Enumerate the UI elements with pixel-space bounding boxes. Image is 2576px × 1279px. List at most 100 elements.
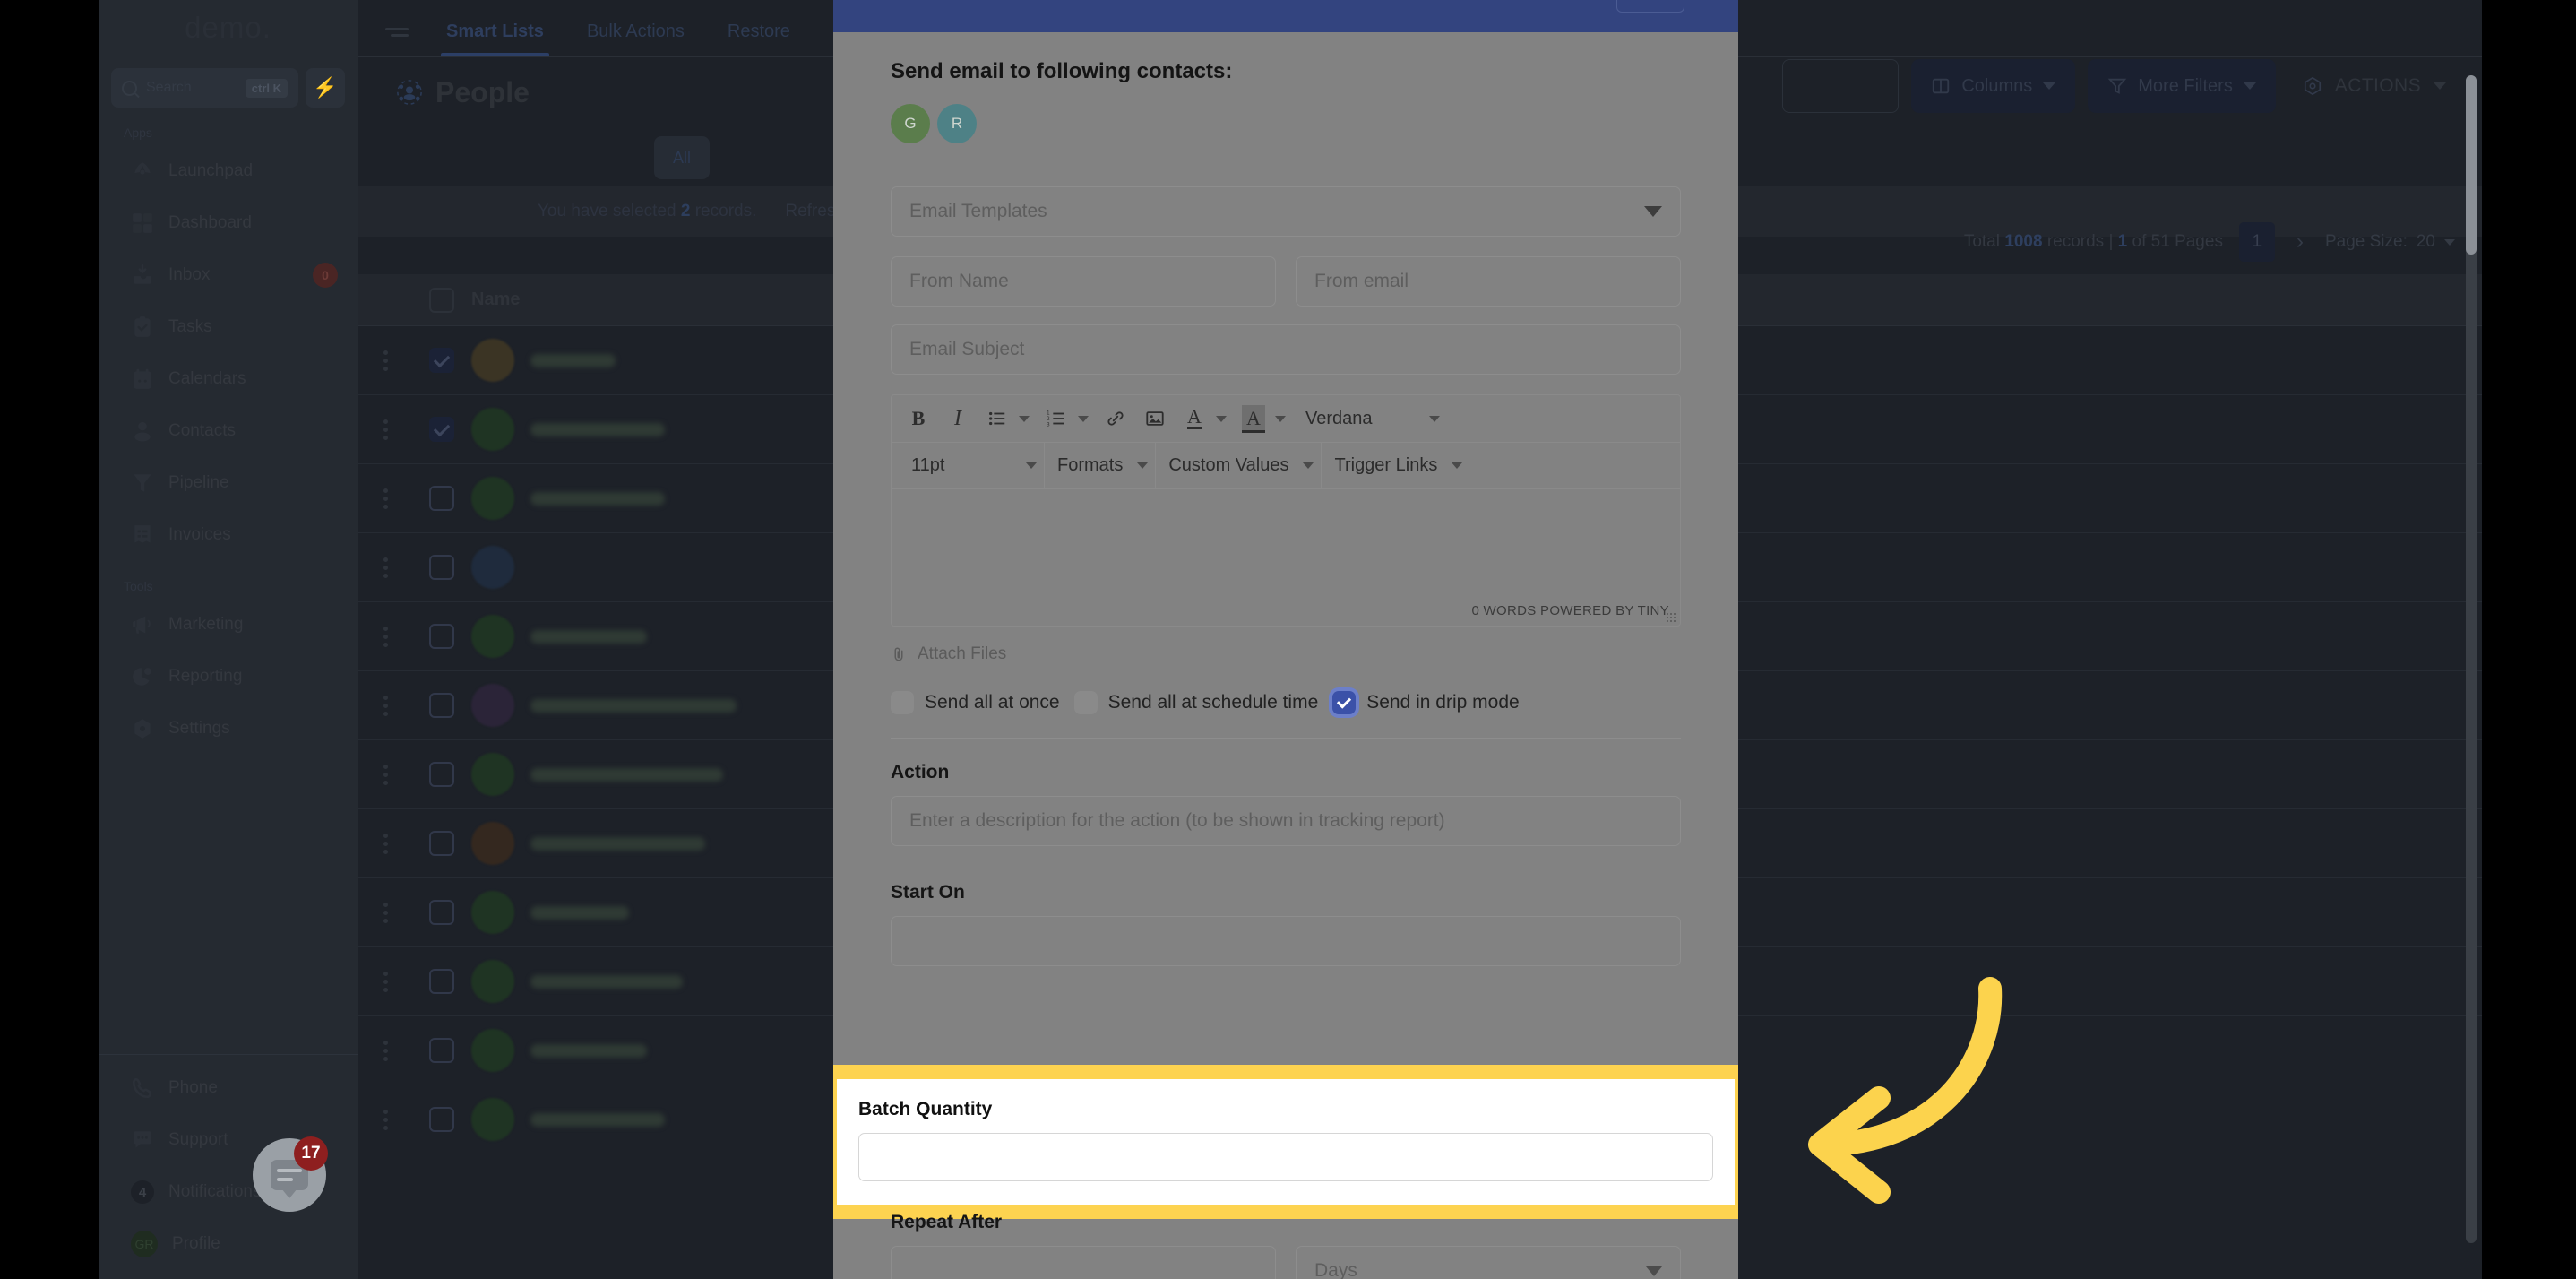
custom-values-menu[interactable]: Custom Values xyxy=(1156,443,1301,489)
caret-down-icon[interactable] xyxy=(1137,462,1149,469)
sidebar-item-contacts[interactable]: Contacts xyxy=(99,405,358,457)
sidebar-item-phone[interactable]: Phone xyxy=(99,1062,358,1114)
editor-content-area[interactable]: 0 WORDS POWERED BY TINY xyxy=(892,489,1680,626)
row-name-cell[interactable] xyxy=(471,615,892,658)
radio-icon[interactable] xyxy=(891,691,914,714)
row-select-cell[interactable] xyxy=(412,1107,471,1132)
row-select-cell[interactable] xyxy=(412,693,471,718)
row-select-cell[interactable] xyxy=(412,900,471,925)
row-select-cell[interactable] xyxy=(412,417,471,442)
recipient-avatar[interactable]: G xyxy=(891,104,930,143)
background-color-icon[interactable]: A xyxy=(1236,402,1271,436)
start-on-input[interactable] xyxy=(891,916,1681,966)
font-size-select[interactable]: 11pt xyxy=(899,443,1024,489)
row-checkbox[interactable] xyxy=(429,486,454,511)
more-filters-button[interactable]: More Filters xyxy=(2088,59,2276,113)
batch-quantity-input[interactable] xyxy=(858,1133,1713,1181)
radio-icon[interactable] xyxy=(1073,691,1098,714)
row-checkbox[interactable] xyxy=(429,693,454,718)
actions-button[interactable]: ACTIONS xyxy=(2288,75,2460,97)
select-all-cell[interactable] xyxy=(412,287,471,313)
send-mode-drip[interactable]: Send in drip mode xyxy=(1332,691,1520,714)
row-select-cell[interactable] xyxy=(412,762,471,787)
sidebar-item-launchpad[interactable]: Launchpad xyxy=(99,145,358,197)
row-menu-button[interactable] xyxy=(358,557,412,578)
row-checkbox[interactable] xyxy=(429,969,454,994)
tab-restore[interactable]: Restore xyxy=(706,22,812,56)
row-menu-button[interactable] xyxy=(358,1109,412,1130)
font-family-select[interactable]: Verdana xyxy=(1293,395,1427,442)
filter-search-input[interactable] xyxy=(1782,59,1900,113)
tab-smart-lists[interactable]: Smart Lists xyxy=(425,22,565,56)
row-menu-button[interactable] xyxy=(358,695,412,716)
row-checkbox[interactable] xyxy=(429,900,454,925)
row-select-cell[interactable] xyxy=(412,831,471,856)
page-number-box[interactable]: 1 xyxy=(2238,222,2275,262)
row-name-cell[interactable] xyxy=(471,408,892,451)
row-name-cell[interactable] xyxy=(471,822,892,865)
email-template-select[interactable]: Email Templates xyxy=(891,186,1681,237)
row-name-cell[interactable] xyxy=(471,339,892,382)
caret-down-icon[interactable] xyxy=(1026,462,1037,469)
row-checkbox[interactable] xyxy=(429,417,454,442)
sidebar-item-dashboard[interactable]: Dashboard xyxy=(99,197,358,249)
row-menu-button[interactable] xyxy=(358,488,412,509)
row-checkbox[interactable] xyxy=(429,762,454,787)
text-color-icon[interactable]: A xyxy=(1177,402,1211,436)
row-name-cell[interactable] xyxy=(471,891,892,934)
row-menu-button[interactable] xyxy=(358,1040,412,1061)
row-name-cell[interactable] xyxy=(471,546,892,589)
formats-menu[interactable]: Formats xyxy=(1045,443,1135,489)
row-name-cell[interactable] xyxy=(471,1029,892,1072)
recipient-avatar[interactable]: R xyxy=(937,104,977,143)
repeat-after-unit-select[interactable]: Days xyxy=(1296,1246,1681,1279)
row-menu-button[interactable] xyxy=(358,419,412,440)
chat-widget-button[interactable]: 17 xyxy=(253,1136,328,1212)
row-checkbox[interactable] xyxy=(429,1038,454,1063)
row-select-cell[interactable] xyxy=(412,1038,471,1063)
page-size-selector[interactable]: Page Size: 20 xyxy=(2325,232,2455,252)
row-checkbox[interactable] xyxy=(429,1107,454,1132)
send-mode-all-at-once[interactable]: Send all at once xyxy=(891,691,1060,714)
row-name-cell[interactable] xyxy=(471,1098,892,1141)
sidebar-item-reporting[interactable]: Reporting xyxy=(99,651,358,703)
bold-icon[interactable]: B xyxy=(901,402,935,436)
search-input[interactable]: Search ctrl K xyxy=(111,68,298,108)
select-all-checkbox[interactable] xyxy=(429,287,454,313)
caret-down-icon[interactable] xyxy=(1275,415,1286,422)
send-mode-schedule-time[interactable]: Send all at schedule time xyxy=(1073,691,1318,714)
row-name-cell[interactable] xyxy=(471,477,892,520)
radio-icon-selected[interactable] xyxy=(1332,691,1357,714)
caret-down-icon[interactable] xyxy=(1019,415,1030,422)
row-menu-button[interactable] xyxy=(358,626,412,647)
image-icon[interactable] xyxy=(1138,402,1172,436)
from-email-input[interactable]: From email xyxy=(1296,256,1681,307)
caret-down-icon[interactable] xyxy=(1216,415,1227,422)
caret-down-icon[interactable] xyxy=(1429,415,1440,422)
row-checkbox[interactable] xyxy=(429,831,454,856)
column-header-name[interactable]: Name xyxy=(471,290,892,310)
modal-top-button[interactable] xyxy=(1616,0,1684,13)
row-menu-button[interactable] xyxy=(358,833,412,854)
bullet-list-icon[interactable] xyxy=(980,402,1014,436)
numbered-list-icon[interactable]: 123 xyxy=(1039,402,1073,436)
sidebar-item-pipeline[interactable]: Pipeline xyxy=(99,457,358,509)
row-name-cell[interactable] xyxy=(471,960,892,1003)
row-name-cell[interactable] xyxy=(471,753,892,796)
caret-down-icon[interactable] xyxy=(1078,415,1089,422)
columns-button[interactable]: Columns xyxy=(1911,59,2076,113)
from-name-input[interactable]: From Name xyxy=(891,256,1276,307)
sidebar-item-settings[interactable]: Settings xyxy=(99,703,358,755)
vertical-scrollbar[interactable] xyxy=(2466,75,2477,1243)
scrollbar-thumb[interactable] xyxy=(2466,75,2477,255)
row-select-cell[interactable] xyxy=(412,486,471,511)
sidebar-item-marketing[interactable]: Marketing xyxy=(99,599,358,651)
editor-resize-handle[interactable] xyxy=(1666,612,1676,623)
tab-bulk-actions[interactable]: Bulk Actions xyxy=(565,22,706,56)
sidebar-item-inbox[interactable]: Inbox 0 xyxy=(99,249,358,301)
sidebar-item-profile[interactable]: GR Profile xyxy=(99,1218,358,1270)
row-menu-button[interactable] xyxy=(358,764,412,785)
row-menu-button[interactable] xyxy=(358,971,412,992)
row-checkbox[interactable] xyxy=(429,555,454,580)
caret-down-icon[interactable] xyxy=(1303,462,1314,469)
